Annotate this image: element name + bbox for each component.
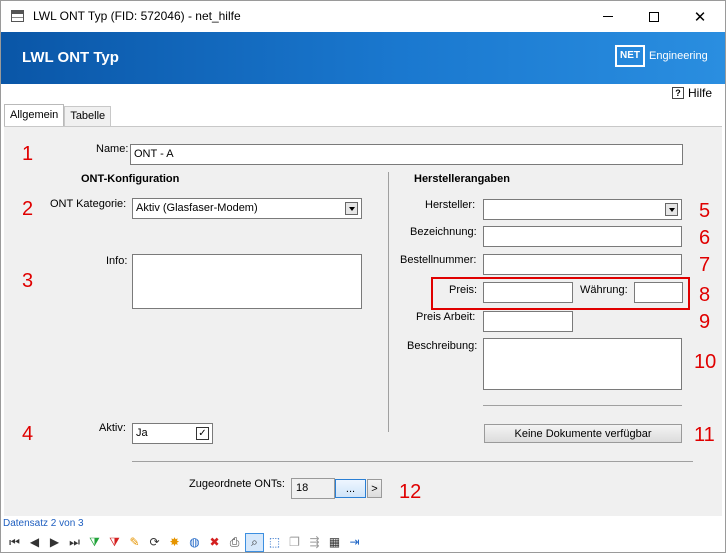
column-divider bbox=[388, 172, 389, 432]
table-edit-icon[interactable]: ▦ bbox=[325, 533, 344, 552]
tab-allgemein[interactable]: Allgemein bbox=[4, 104, 65, 126]
row-number-6: 6 bbox=[699, 227, 711, 249]
name-field[interactable]: ONT - A bbox=[130, 144, 683, 165]
record-toolbar: ⏮ ◀ ▶ ⏭ ⧩ ⧩ ✎ ⟳ ✸ ◍ ✖ ⎙ ⌕ ⬚ ❐ ⇶ ▦ ⇥ bbox=[1, 531, 725, 552]
next-record-icon[interactable]: ▶ bbox=[45, 533, 64, 552]
print-icon[interactable]: ⎙ bbox=[225, 533, 244, 552]
window-title: LWL ONT Typ (FID: 572046) - net_hilfe bbox=[33, 9, 241, 23]
beschreibung-textarea[interactable] bbox=[483, 338, 682, 390]
waehrung-field[interactable] bbox=[634, 282, 683, 303]
logo-engineering-text: Engineering bbox=[649, 50, 708, 62]
row-number-9: 9 bbox=[699, 311, 711, 333]
header-banner: LWL ONT Typ NET Engineering bbox=[1, 32, 725, 84]
ont-kategorie-select[interactable]: Aktiv (Glasfaser-Modem) bbox=[132, 198, 362, 219]
select-area-icon[interactable]: ⬚ bbox=[265, 533, 284, 552]
aktiv-value: Ja bbox=[136, 427, 148, 439]
close-icon: ✕ bbox=[693, 7, 707, 26]
zugeordnete-onts-label: Zugeordnete ONTs: bbox=[189, 478, 285, 490]
bezeichnung-field[interactable] bbox=[483, 226, 682, 247]
last-record-icon[interactable]: ⏭ bbox=[65, 533, 84, 552]
chevron-down-icon bbox=[665, 203, 678, 216]
hersteller-select[interactable] bbox=[483, 199, 682, 220]
browse-button[interactable]: ... bbox=[335, 479, 366, 498]
row-number-7: 7 bbox=[699, 254, 711, 276]
minimize-icon bbox=[603, 16, 613, 17]
hersteller-label: Hersteller: bbox=[425, 199, 476, 211]
row-number-4: 4 bbox=[22, 423, 34, 445]
help-icon: ? bbox=[672, 87, 684, 99]
app-window-icon bbox=[11, 10, 24, 22]
filter-remove-icon[interactable]: ⧩ bbox=[105, 533, 124, 552]
info-textarea[interactable] bbox=[132, 254, 362, 309]
row-number-12: 12 bbox=[399, 481, 422, 503]
chevron-down-icon bbox=[345, 202, 358, 215]
form-panel: 1 2 3 4 5 6 7 8 9 10 11 12 Name: ONT - A… bbox=[4, 126, 722, 516]
row-number-5: 5 bbox=[699, 200, 711, 222]
preis-arbeit-label: Preis Arbeit: bbox=[416, 311, 476, 323]
row-number-1: 1 bbox=[22, 143, 34, 165]
next-button[interactable]: > bbox=[367, 479, 382, 498]
help-label: Hilfe bbox=[688, 86, 713, 100]
exit-icon[interactable]: ⇥ bbox=[345, 533, 364, 552]
waehrung-label: Währung: bbox=[580, 284, 628, 296]
row-number-11: 11 bbox=[694, 424, 715, 446]
first-record-icon[interactable]: ⏮ bbox=[5, 533, 24, 552]
documents-divider bbox=[483, 405, 682, 406]
name-label: Name: bbox=[96, 143, 129, 155]
page-title: LWL ONT Typ bbox=[22, 49, 119, 66]
ont-configuration-heading: ONT-Konfiguration bbox=[81, 173, 180, 185]
title-bar: LWL ONT Typ (FID: 572046) - net_hilfe ✕ bbox=[1, 1, 725, 32]
record-status: Datensatz 2 von 3 bbox=[3, 518, 84, 529]
bottom-divider bbox=[132, 461, 693, 462]
close-button[interactable]: ✕ bbox=[677, 1, 723, 32]
previous-record-icon[interactable]: ◀ bbox=[25, 533, 44, 552]
preis-field[interactable] bbox=[483, 282, 573, 303]
herstellerangaben-heading: Herstellerangaben bbox=[414, 173, 510, 185]
logo-net-box: NET bbox=[615, 45, 645, 67]
info-label: Info: bbox=[106, 255, 128, 267]
tab-tabelle[interactable]: Tabelle bbox=[64, 106, 112, 126]
ont-kategorie-label: ONT Kategorie: bbox=[50, 198, 127, 210]
delete-icon[interactable]: ✖ bbox=[205, 533, 224, 552]
aktiv-label: Aktiv: bbox=[99, 422, 126, 434]
preis-label: Preis: bbox=[449, 284, 478, 296]
maximize-icon bbox=[649, 11, 659, 22]
ont-kategorie-value: Aktiv (Glasfaser-Modem) bbox=[136, 202, 258, 214]
preis-arbeit-field[interactable] bbox=[483, 311, 573, 332]
application-window: LWL ONT Typ (FID: 572046) - net_hilfe ✕ … bbox=[0, 0, 726, 553]
tab-bar: Allgemein Tabelle bbox=[4, 104, 112, 126]
net-engineering-logo: NET Engineering bbox=[615, 45, 708, 67]
maximize-button[interactable] bbox=[631, 1, 677, 32]
edit-pencil-icon[interactable]: ✎ bbox=[125, 533, 144, 552]
bestellnummer-label: Bestellnummer: bbox=[400, 254, 477, 266]
refresh-icon[interactable]: ⟳ bbox=[145, 533, 164, 552]
minimize-button[interactable] bbox=[585, 1, 631, 32]
bezeichnung-label: Bezeichnung: bbox=[410, 226, 477, 238]
row-number-3: 3 bbox=[22, 270, 34, 292]
keine-dokumente-button[interactable]: Keine Dokumente verfügbar bbox=[484, 424, 682, 443]
filter-add-icon[interactable]: ⧩ bbox=[85, 533, 104, 552]
zoom-icon[interactable]: ⌕ bbox=[245, 532, 264, 552]
copy-icon[interactable]: ❐ bbox=[285, 533, 304, 552]
aktiv-field[interactable]: Ja ✓ bbox=[132, 423, 213, 444]
row-number-2: 2 bbox=[22, 198, 34, 220]
aktiv-checkbox[interactable]: ✓ bbox=[196, 427, 209, 440]
row-number-8: 8 bbox=[699, 284, 711, 306]
zugeordnete-onts-count: 18 bbox=[291, 478, 335, 499]
globe-icon[interactable]: ◍ bbox=[185, 533, 204, 552]
new-star-icon[interactable]: ✸ bbox=[165, 533, 184, 552]
bestellnummer-field[interactable] bbox=[483, 254, 682, 275]
help-link[interactable]: ? Hilfe bbox=[672, 86, 712, 100]
row-number-10: 10 bbox=[694, 351, 717, 373]
move-icon[interactable]: ⇶ bbox=[305, 533, 324, 552]
beschreibung-label: Beschreibung: bbox=[407, 340, 478, 352]
